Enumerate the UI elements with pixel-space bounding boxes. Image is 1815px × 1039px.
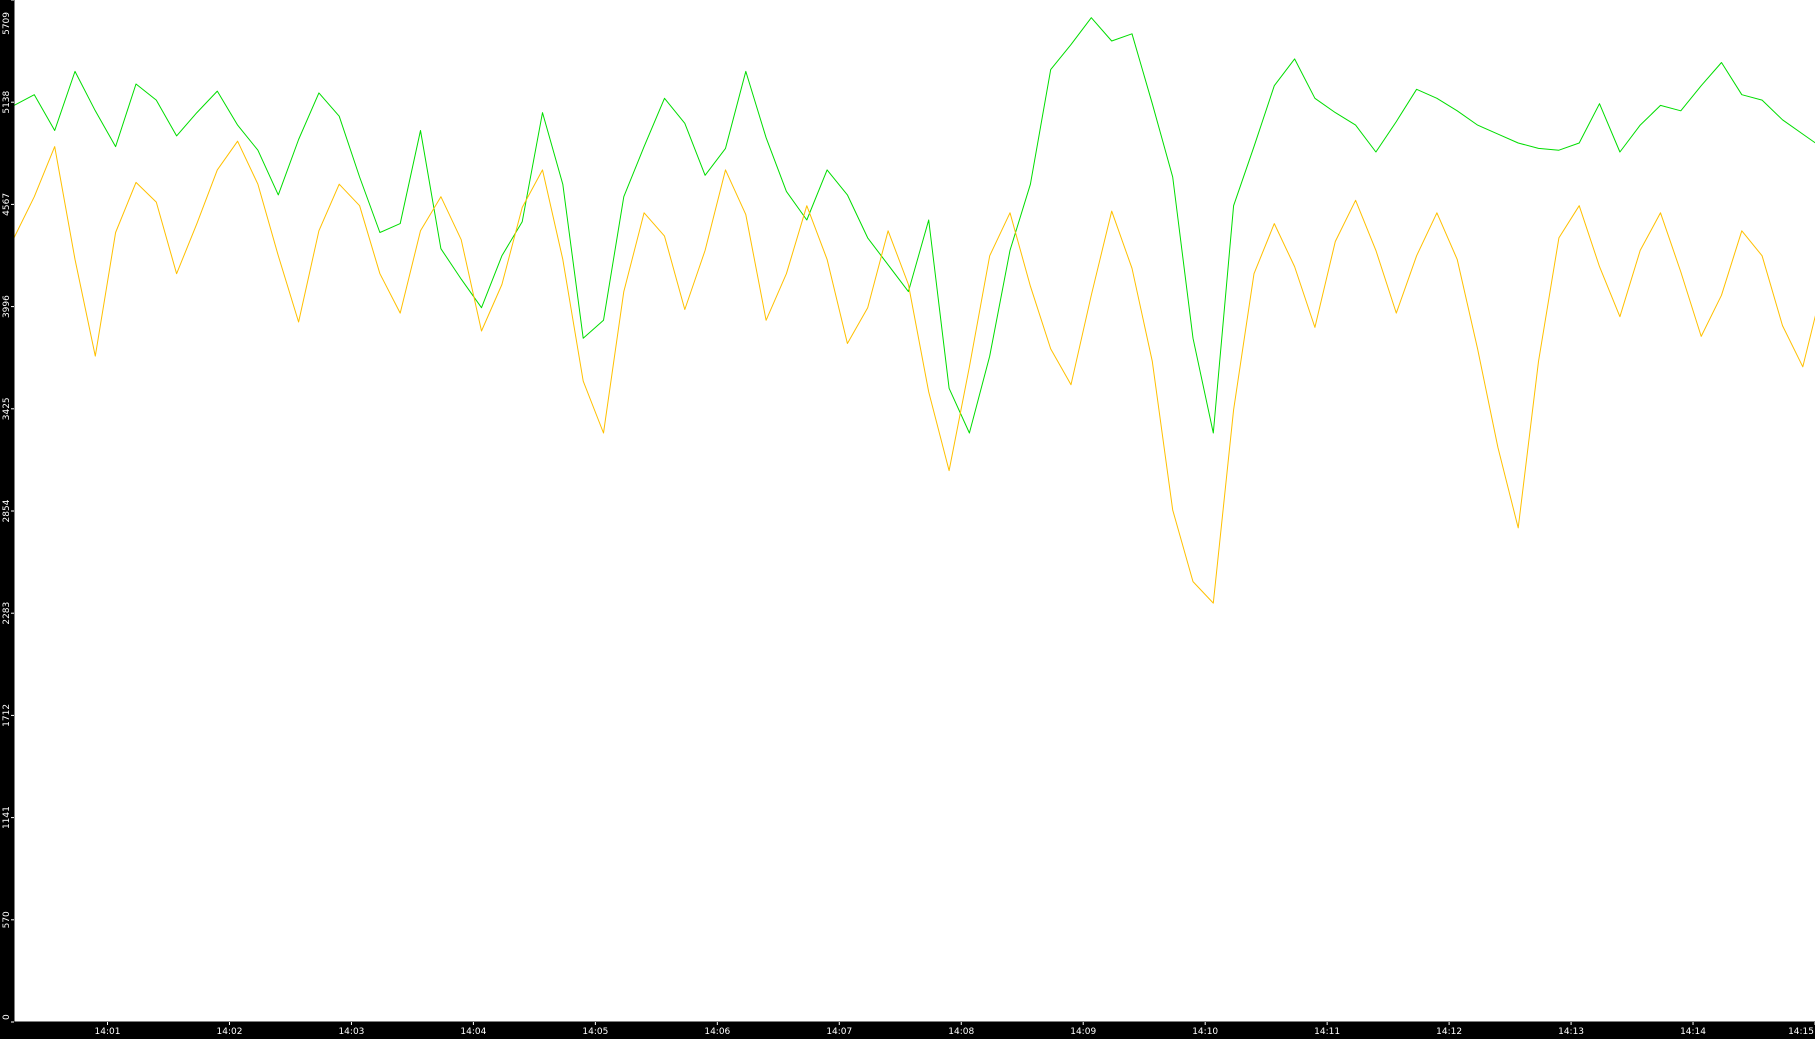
x-tick-label: 14:14 xyxy=(1680,1027,1706,1037)
y-tick-label: 2283 xyxy=(2,602,12,625)
y-tick-label: 1712 xyxy=(2,704,12,727)
x-tick-label: 14:02 xyxy=(217,1027,243,1037)
y-tick-label: 4567 xyxy=(2,193,12,216)
x-tick-label: 14:11 xyxy=(1314,1027,1340,1037)
y-tick-label: 570 xyxy=(2,911,12,928)
y-axis-ticks: 0 570 1141 1712 2283 2854 3425 3996 4567 5138 5709 xyxy=(2,0,14,1023)
y-tick-label: 5138 xyxy=(2,90,12,113)
x-tick-label: 14:07 xyxy=(826,1027,852,1037)
x-tick-label: 14:08 xyxy=(948,1027,974,1037)
x-tick-label: 14:01 xyxy=(95,1027,121,1037)
y-tick-label: 0 xyxy=(2,1014,12,1020)
y-tick-label: 1141 xyxy=(2,806,12,829)
y-tick-label: 3425 xyxy=(2,397,12,420)
x-tick-label: 14:13 xyxy=(1558,1027,1584,1037)
x-tick-label: 14:04 xyxy=(460,1027,486,1037)
x-axis-ticks: 14:01 14:02 14:03 14:04 14:05 14:06 14:07 14:08… xyxy=(95,1022,1815,1037)
x-tick-label: 14:05 xyxy=(582,1027,608,1037)
x-tick-label: 14:12 xyxy=(1436,1027,1462,1037)
y-tick-label: 5709 xyxy=(2,12,12,35)
x-tick-label: 14:06 xyxy=(704,1027,730,1037)
y-tick-label: 3996 xyxy=(2,295,12,318)
line-chart: 0 570 1141 1712 2283 2854 3425 3996 4567 5138 5709… xyxy=(2,0,1815,1037)
x-tick-label: 14:09 xyxy=(1070,1027,1096,1037)
plot-area xyxy=(14,0,1815,1022)
x-tick-label: 14:15 xyxy=(1788,1027,1814,1037)
y-tick-label: 2854 xyxy=(2,499,12,522)
chart-root: 0 570 1141 1712 2283 2854 3425 3996 4567 5138 5709… xyxy=(0,0,1815,1039)
x-tick-label: 14:10 xyxy=(1192,1027,1218,1037)
x-tick-label: 14:03 xyxy=(338,1027,364,1037)
